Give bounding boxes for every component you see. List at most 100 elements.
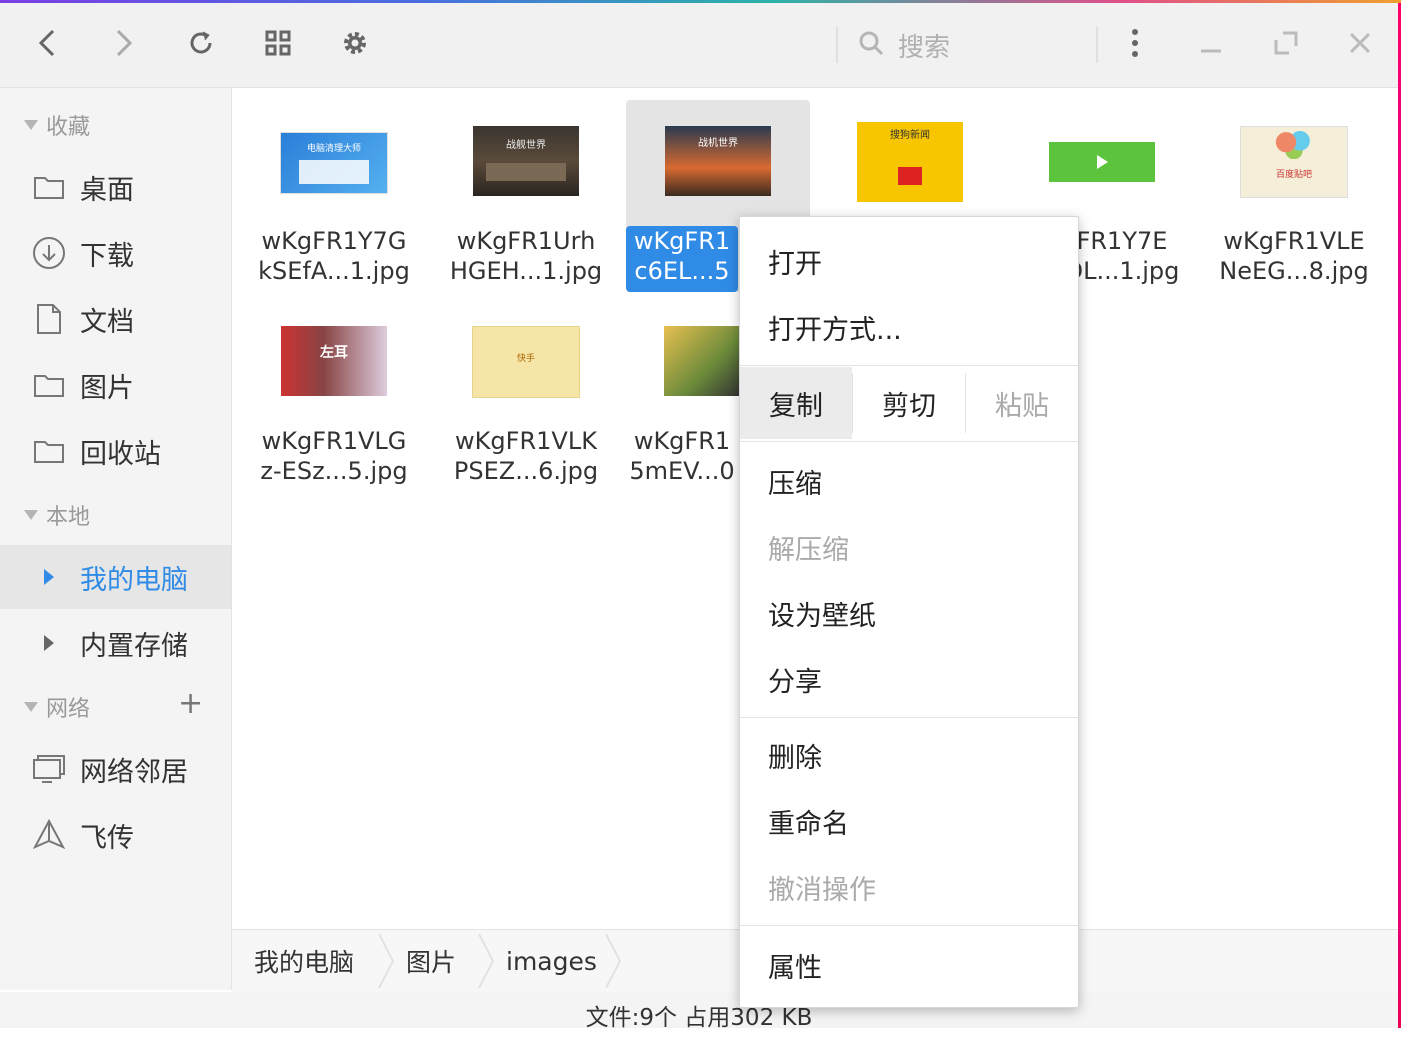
image-thumbnail (1049, 142, 1155, 182)
file-name: wKgFR1VLK PSEZ...6.jpg (453, 427, 599, 485)
menu-item-set-wallpaper[interactable]: 设为壁纸 (740, 583, 1078, 643)
maximize-icon[interactable] (1264, 21, 1308, 65)
search-placeholder: 搜索 (898, 32, 951, 63)
image-thumbnail: 战机世界 (665, 126, 771, 196)
refresh-icon[interactable] (179, 21, 223, 65)
back-icon[interactable] (25, 21, 69, 65)
forward-icon[interactable] (102, 21, 146, 65)
search-icon (858, 30, 884, 60)
file-name: wKgFR1 c6EL...5 (626, 226, 738, 292)
menu-item-delete[interactable]: 删除 (740, 725, 1078, 785)
settings-icon[interactable] (333, 21, 377, 65)
sidebar-item-desktop[interactable]: 桌面 (0, 155, 231, 219)
sidebar-item-label: 网络邻居 (80, 756, 188, 788)
folder-icon (32, 368, 66, 402)
sidebar-item-label: 图片 (80, 372, 134, 404)
monitor-icon (32, 752, 66, 786)
file-tile[interactable]: 左耳 wKgFR1VLG z-ESz...5.jpg (242, 300, 426, 492)
file-name: wKgFR1 5mEV...0 (629, 427, 735, 485)
breadcrumb-separator-icon (478, 934, 495, 988)
sidebar-item-fly-transfer[interactable]: 飞传 (0, 803, 231, 867)
menu-item-open[interactable]: 打开 (740, 231, 1078, 291)
grid-view-icon[interactable] (256, 21, 300, 65)
menu-divider (740, 441, 1078, 442)
sidebar-item-recycle-bin[interactable]: 回收站 (0, 419, 231, 483)
image-thumbnail: 左耳 (281, 326, 387, 396)
menu-item-open-with[interactable]: 打开方式... (740, 297, 1078, 357)
image-thumbnail: 快手 (472, 326, 580, 398)
sidebar-item-label: 桌面 (80, 174, 134, 206)
menu-item-compress[interactable]: 压缩 (740, 451, 1078, 511)
file-name: wKgFR1VLE NeEG...8.jpg (1219, 227, 1369, 285)
sidebar-item-label: 飞传 (80, 822, 134, 854)
folder-icon (32, 170, 66, 204)
file-name: wKgFR1Y7G kSEfA...1.jpg (258, 227, 410, 285)
collapse-triangle-icon (24, 510, 38, 520)
breadcrumb-item[interactable]: 图片 (406, 930, 456, 992)
menu-item-properties[interactable]: 属性 (740, 935, 1078, 995)
minimize-icon[interactable] (1189, 21, 1233, 65)
breadcrumb-item[interactable]: images (506, 930, 597, 992)
add-network-icon[interactable]: + (178, 686, 203, 721)
network-section-header[interactable]: 网络 (24, 692, 90, 722)
breadcrumb-item[interactable]: 我的电脑 (254, 930, 354, 992)
image-thumbnail: 战舰世界 (473, 126, 579, 196)
sidebar-item-label: 文档 (80, 306, 134, 338)
edit-actions-row: 复制 剪切 粘贴 (740, 367, 1078, 439)
section-label: 本地 (46, 505, 91, 530)
expand-arrow-icon (32, 560, 66, 594)
section-label: 网络 (46, 697, 91, 722)
thumbnail-caption: 快手 (516, 354, 535, 364)
sidebar-item-label: 我的电脑 (80, 564, 188, 596)
collapse-triangle-icon (24, 702, 38, 712)
section-label: 收藏 (46, 115, 91, 140)
sidebar-item-label: 下载 (80, 240, 134, 272)
copy-button[interactable]: 复制 (740, 367, 852, 439)
file-tile[interactable]: 电脑清理大师 wKgFR1Y7G kSEfA...1.jpg (242, 100, 426, 292)
sidebar-item-documents[interactable]: 文档 (0, 287, 231, 351)
sidebar-item-network-neighborhood[interactable]: 网络邻居 (0, 737, 231, 801)
menu-item-decompress[interactable]: 解压缩 (740, 517, 1078, 577)
sidebar-item-pictures[interactable]: 图片 (0, 353, 231, 417)
breadcrumb-separator-icon (378, 934, 395, 988)
file-tile[interactable]: 百度贴吧 wKgFR1VLE NeEG...8.jpg (1202, 100, 1386, 292)
search-input[interactable]: 搜索 (858, 25, 1088, 65)
image-thumbnail: 电脑清理大师 (280, 132, 388, 194)
folder-icon (32, 434, 66, 468)
collapse-triangle-icon (24, 120, 38, 130)
image-thumbnail (664, 326, 740, 396)
file-name: wKgFR1Urh HGEH...1.jpg (449, 227, 603, 285)
expand-arrow-icon (32, 626, 66, 660)
download-icon (32, 236, 66, 270)
sidebar-item-internal-storage[interactable]: 内置存储 (0, 611, 231, 675)
more-icon[interactable] (1113, 21, 1157, 65)
thumbnail-caption: 战舰世界 (506, 140, 546, 151)
toolbar-divider (1096, 27, 1098, 63)
menu-item-share[interactable]: 分享 (740, 649, 1078, 709)
sidebar: 收藏 桌面 下载 文档 图片 回收站 本地 我的电脑 内置存储 网络 + 网络邻… (0, 88, 232, 990)
menu-divider (740, 717, 1078, 718)
sidebar-item-my-computer[interactable]: 我的电脑 (0, 545, 231, 609)
paste-button[interactable]: 粘贴 (966, 367, 1078, 439)
local-section-header[interactable]: 本地 (24, 500, 90, 530)
context-menu: 打开 打开方式... 复制 剪切 粘贴 压缩 解压缩 设为壁纸 分享 删除 重命… (739, 216, 1079, 1008)
image-thumbnail: 搜狗新闻 (857, 122, 963, 202)
cut-button[interactable]: 剪切 (853, 367, 965, 439)
thumbnail-caption: 左耳 (320, 345, 348, 361)
sidebar-item-downloads[interactable]: 下载 (0, 221, 231, 285)
close-icon[interactable] (1338, 21, 1382, 65)
document-icon (32, 302, 66, 336)
toolbar-divider (836, 27, 838, 63)
favorites-section-header[interactable]: 收藏 (24, 110, 90, 140)
menu-divider (740, 365, 1078, 366)
sidebar-item-label: 内置存储 (80, 630, 188, 662)
menu-item-rename[interactable]: 重命名 (740, 791, 1078, 851)
file-tile[interactable]: 战舰世界 wKgFR1Urh HGEH...1.jpg (434, 100, 618, 292)
sidebar-item-label: 回收站 (80, 438, 161, 470)
image-thumbnail: 百度贴吧 (1240, 126, 1348, 198)
file-name: wKgFR1VLG z-ESz...5.jpg (260, 427, 408, 485)
menu-item-undo[interactable]: 撤消操作 (740, 857, 1078, 917)
thumbnail-caption: 搜狗新闻 (890, 130, 930, 141)
file-tile[interactable]: 快手 wKgFR1VLK PSEZ...6.jpg (434, 300, 618, 492)
status-bar: 文件:9个 占用302 KB (0, 992, 1398, 1031)
